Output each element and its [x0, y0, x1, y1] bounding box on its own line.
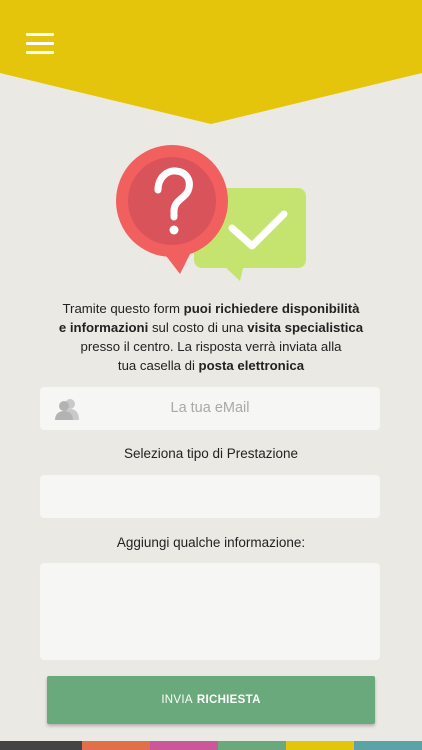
strip-segment [218, 741, 286, 750]
email-placeholder: La tua eMail [170, 400, 250, 416]
intro-text-part: tua casella di [117, 358, 199, 373]
intro-text-part: presso il centro. La risposta verrà invi… [80, 339, 342, 354]
intro-text-bold: posta elettronica [198, 358, 305, 373]
intro-text-bold: puoi richiedere disponibilità [183, 301, 360, 316]
intro-text-part: sul costo di una [148, 320, 248, 335]
intro-text: Tramite questo form puoi richiedere disp… [30, 299, 392, 375]
hamburger-menu-icon[interactable] [26, 33, 54, 55]
submit-label-regular: INVIA [161, 694, 193, 706]
intro-text-part: Tramite questo form [62, 301, 184, 316]
header-banner [0, 0, 422, 124]
intro-text-bold: visita specialistica [247, 320, 364, 335]
question-answer-illustration [112, 144, 312, 284]
submit-label-bold: RICHIESTA [196, 694, 261, 706]
menu-line [26, 33, 54, 36]
strip-segment [286, 741, 354, 750]
strip-segment [0, 741, 82, 750]
prestazione-label: Seleziona tipo di Prestazione [123, 446, 299, 461]
info-textarea[interactable] [40, 563, 380, 660]
menu-line [26, 42, 54, 45]
submit-button[interactable]: INVIA RICHIESTA [47, 676, 375, 724]
strip-segment [82, 741, 150, 750]
strip-segment [150, 741, 218, 750]
header-bar [0, 0, 422, 124]
strip-segment [354, 741, 422, 750]
info-label: Aggiungi qualche informazione: [116, 535, 306, 550]
color-strip [0, 741, 422, 750]
prestazione-select[interactable] [40, 475, 380, 518]
menu-line [26, 51, 54, 54]
email-field[interactable]: La tua eMail [40, 387, 380, 430]
intro-text-bold: e informazioni [58, 320, 149, 335]
